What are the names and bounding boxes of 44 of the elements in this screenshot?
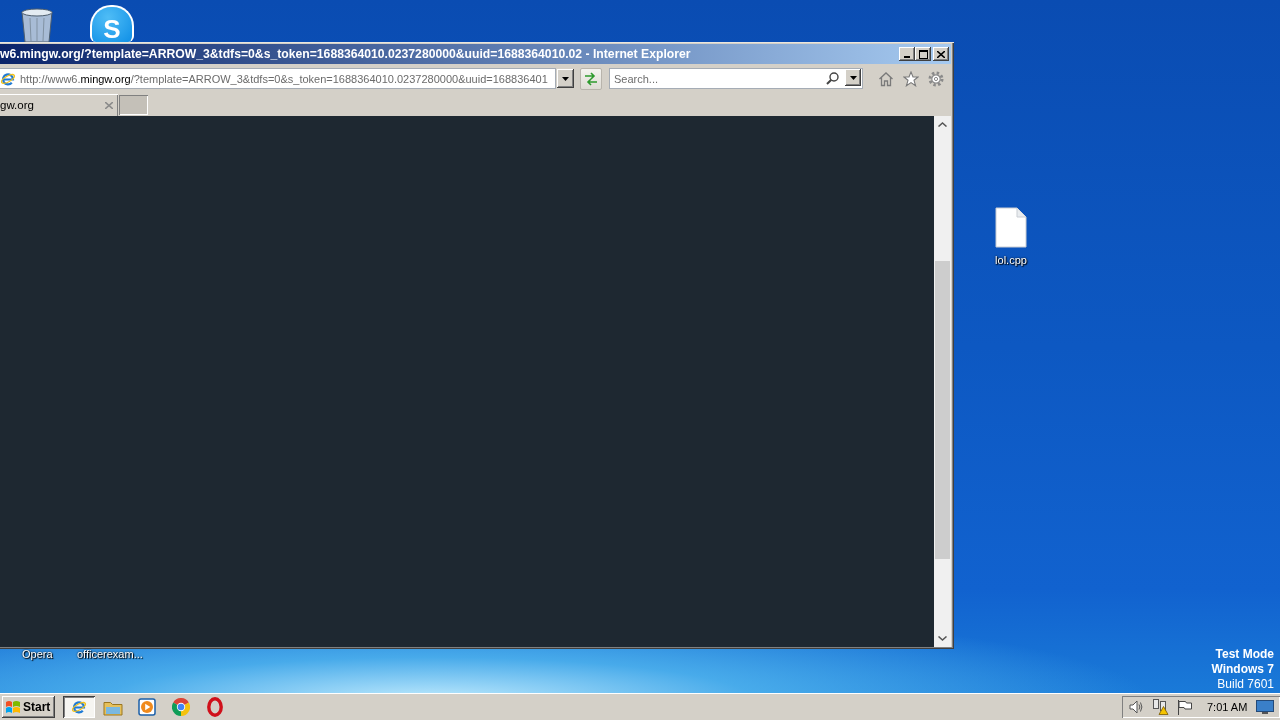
home-icon[interactable]: [878, 70, 894, 87]
address-dropdown-button[interactable]: [557, 69, 574, 88]
taskbar-app-button[interactable]: [63, 696, 95, 718]
search-dropdown-button[interactable]: [845, 69, 861, 86]
play-icon: [138, 698, 156, 716]
arrows-icon: [584, 71, 598, 86]
caret-icon: [562, 76, 569, 81]
window-title: w6.mingw.org/?template=ARROW_3&tdfs=0&s_token=1688364010.0237280000&uuid=1688364010.02 - Internet Explorer: [0, 47, 692, 61]
minimize-button[interactable]: [899, 47, 915, 61]
address-field[interactable]: http://www6.mingw.org/?template=ARROW_3&tdfs=0&s_token=1688364010.0237280000&uuid=168836401: [0, 68, 556, 89]
speaker-icon[interactable]: [1129, 700, 1143, 714]
flag-icon[interactable]: [1177, 699, 1192, 715]
scrollbar[interactable]: [934, 116, 951, 647]
star-icon[interactable]: [903, 70, 919, 87]
browser-logo-icon: [0, 70, 16, 87]
chevron-up-icon: [938, 122, 947, 127]
new-tab-button[interactable]: [119, 95, 148, 115]
browser-tab[interactable]: gw.org: [0, 94, 118, 116]
start-button[interactable]: Start: [2, 696, 55, 718]
close-button[interactable]: [933, 47, 949, 61]
minimize-icon: [904, 56, 910, 58]
system-notice-text: Windows 7: [1211, 662, 1274, 677]
network-warning-icon[interactable]: [1152, 699, 1169, 715]
wheel-logo-icon: [172, 698, 190, 716]
close-icon[interactable]: [937, 50, 945, 58]
settings-icon[interactable]: [928, 70, 944, 87]
browser-logo-icon: [71, 699, 87, 715]
system-notice-text: Test Mode: [1215, 647, 1274, 662]
chevron-down-icon: [938, 636, 947, 641]
caret-icon: [849, 75, 857, 80]
search-icon[interactable]: [826, 72, 839, 85]
document-icon[interactable]: [995, 207, 1027, 248]
trash-bin-icon[interactable]: [18, 8, 56, 42]
maximize-icon: [918, 49, 928, 59]
search-field[interactable]: Search...: [609, 68, 863, 89]
monitor-icon[interactable]: [1256, 700, 1275, 714]
compatibility-button[interactable]: [580, 67, 602, 90]
scrollbar-thumb[interactable]: [935, 261, 950, 559]
maximize-button[interactable]: [915, 47, 931, 61]
system-notice-text: Build 7601: [1217, 677, 1274, 692]
desktop-icon-label[interactable]: lol.cpp: [995, 254, 1027, 267]
clock[interactable]: 7:01 AM: [1207, 701, 1248, 713]
start-logo-icon: [5, 700, 21, 714]
ring-logo-icon: [207, 697, 223, 717]
